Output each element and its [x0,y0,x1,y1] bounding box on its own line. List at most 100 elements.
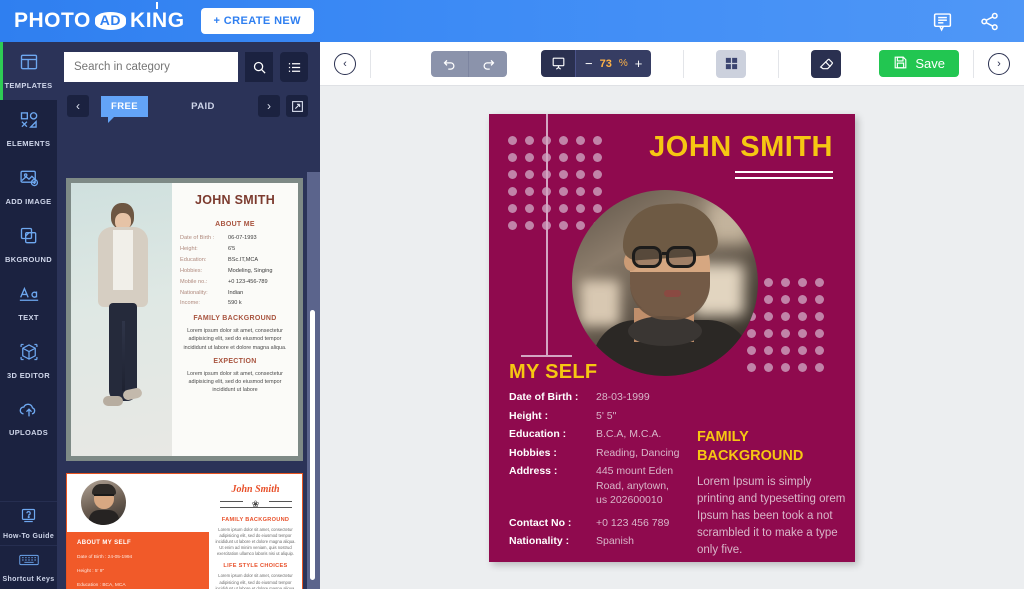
field-value: 590 k [228,298,242,309]
sidebar-item-templates[interactable]: TEMPLATES [0,42,57,100]
brand-photo-text: PHOTO [14,9,91,33]
editor-toolbar: ‹ [320,42,1024,86]
field-key: Height: [180,244,228,255]
field-value: 06-07-1993 [228,233,257,244]
table-row: Hobbies: Modeling, Singing [180,266,290,277]
avatar [81,480,126,525]
decorative-dots-bottom-right [747,278,832,380]
table-row[interactable]: Education : B.C.A, M.C.A. [509,429,714,440]
category-tab-row: ‹ FREE PAID › [57,88,320,122]
list-view-icon[interactable] [280,52,308,82]
template-card-orange: ABOUT MY SELF Date of Birth : 24-05-1994… [66,473,303,589]
template-photo-1 [71,183,172,456]
field-key: Education: [180,255,228,266]
sidebar-item-background[interactable]: BKGROUND [0,216,57,274]
toolbar-divider [973,50,974,78]
design-canvas[interactable]: JOHN SMITH MY SELF [489,114,855,562]
table-row[interactable]: Date of Birth : 28-03-1999 [509,392,714,403]
design-family-block[interactable]: FAMILY BACKGROUND Lorem Ipsum is simply … [697,428,847,559]
share-icon[interactable] [979,11,1000,32]
field-value: 5' 5" [596,411,616,422]
toolbar-divider [683,50,684,78]
chevron-left-circle-icon[interactable]: ‹ [334,53,356,75]
template-thumbnail-2[interactable]: ABOUT MY SELF Date of Birth : 24-05-1994… [66,473,303,589]
field-key: Nationality : [509,536,596,547]
create-new-button[interactable]: + CREATE NEW [201,8,314,34]
prev-category-button[interactable]: ‹ [67,95,89,117]
zoom-out-button[interactable]: − [585,56,593,71]
template-2-name: John Smith [215,484,296,495]
address-line-2: Road, anytown, [596,481,673,492]
sidebar-item-shortcut-keys[interactable]: Shortcut Keys [0,545,57,589]
toolbar-divider [370,50,371,78]
sidebar-item-how-to-guide[interactable]: How-To Guide [0,501,57,545]
field-key: Hobbies: [180,266,228,277]
decorative-vertical-line [546,114,548,357]
eraser-icon[interactable] [811,50,841,78]
question-screen-icon [20,507,37,529]
sidebar-item-elements[interactable]: ELEMENTS [0,100,57,158]
template-section-family: FAMILY BACKGROUND [180,315,290,322]
sidebar-item-uploads[interactable]: UPLOADS [0,390,57,448]
zoom-in-button[interactable]: + [635,56,643,71]
sidebar-item-label: TEMPLATES [4,81,52,90]
sidebar-item-label: UPLOADS [9,428,48,437]
add-image-icon [19,168,39,193]
field-value: BSc.IT,MCA [228,255,258,266]
comment-icon[interactable] [932,11,953,32]
sidebar-item-add-image[interactable]: ADD IMAGE [0,158,57,216]
table-row[interactable]: Hobbies : Reading, Dancing [509,448,714,459]
list-item: Date of Birth : 24-05-1994 [77,554,207,561]
undo-icon[interactable] [431,51,469,77]
brand-ad-badge: AD [95,12,126,29]
template-2-about-heading: ABOUT MY SELF [77,540,207,546]
tab-paid[interactable]: PAID [154,101,252,112]
table-row: Income: 590 k [180,298,290,309]
table-row[interactable]: Address : 445 mount Eden Road, anytown, … [509,466,714,510]
design-name-heading[interactable]: JOHN SMITH [649,131,833,164]
search-button[interactable] [245,52,273,82]
design-details-table: Date of Birth : 28-03-1999 Height : 5' 5… [509,392,714,555]
sidebar-item-3d-editor[interactable]: 3D EDITOR [0,332,57,390]
design-portrait-photo[interactable] [572,190,758,376]
brand-logo[interactable]: PHOTO AD KING [14,9,185,33]
sidebar-item-text[interactable]: TEXT [0,274,57,332]
upload-cloud-icon [18,401,40,424]
presentation-icon[interactable] [541,50,575,77]
table-row: Education: BSc.IT,MCA [180,255,290,266]
text-icon [18,284,40,309]
template-card-white: JOHN SMITH ABOUT ME Date of Birth : 06-0… [66,178,303,461]
zoom-stepper: − 73 % + [575,50,651,77]
keyboard-icon [19,553,39,572]
table-row[interactable]: Nationality : Spanish [509,536,714,547]
expand-icon[interactable] [286,95,308,117]
template-2-right-card: John Smith ❀ FAMILY BACKGROUND Lorem ips… [209,474,302,589]
field-value: Indian [228,288,243,299]
table-row[interactable]: Contact No : +0 123 456 789 [509,518,714,529]
template-thumbnail-1[interactable]: JOHN SMITH ABOUT ME Date of Birth : 06-0… [66,178,303,461]
next-category-button[interactable]: › [258,95,280,117]
decorative-rule-1 [735,171,833,173]
template-2-family-text: Lorem ipsum dolor sit amet, consectetur … [215,527,296,557]
tab-free[interactable]: FREE [101,96,148,117]
cube-icon [19,342,39,367]
top-header-bar: PHOTO AD KING + CREATE NEW [0,0,1024,42]
redo-icon[interactable] [469,51,507,77]
template-2-left-column: ABOUT MY SELF Date of Birth : 24-05-1994… [67,532,217,589]
field-value: 445 mount Eden Road, anytown, us 2026000… [596,466,673,510]
field-value: +0 123-456-789 [228,277,268,288]
canvas-viewport[interactable]: JOHN SMITH MY SELF [320,86,1024,589]
field-key: Hobbies : [509,448,596,459]
brand-king-text: KING [130,9,185,33]
field-value: Modeling, Singing [228,266,272,277]
zoom-control-group: − 73 % + [541,50,651,77]
save-button[interactable]: Save [879,50,959,77]
grid-icon[interactable] [716,50,746,78]
search-input[interactable] [64,52,238,82]
zoom-percent-sign: % [619,58,628,69]
list-item: Height : 5' 9" [77,568,207,575]
table-row: Nationality: Indian [180,288,290,299]
design-myself-heading[interactable]: MY SELF [509,361,597,384]
table-row[interactable]: Height : 5' 5" [509,411,714,422]
chevron-right-circle-icon[interactable]: › [988,53,1010,75]
